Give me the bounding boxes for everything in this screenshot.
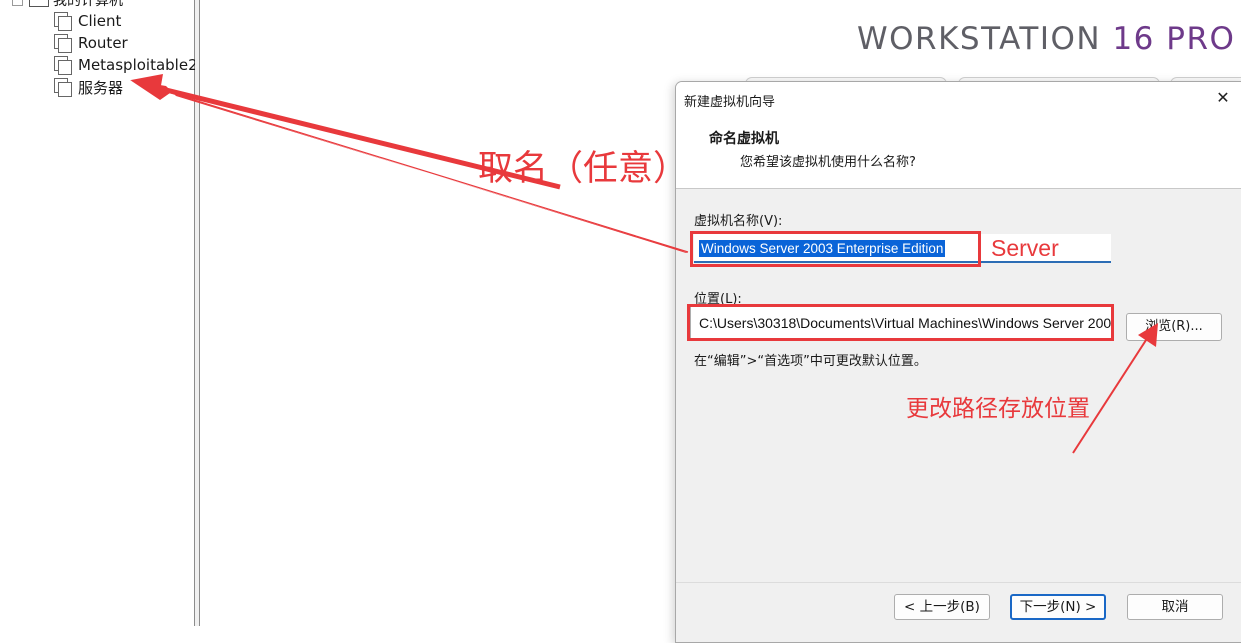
close-icon[interactable]: ✕ xyxy=(1212,87,1234,109)
virtual-machine-icon xyxy=(54,34,72,53)
sidebar-item-server[interactable]: 服务器 xyxy=(54,76,123,98)
sidebar-item-router[interactable]: Router xyxy=(54,32,128,54)
virtual-machine-icon xyxy=(54,56,72,75)
annotation-path-note: 更改路径存放位置 xyxy=(906,396,1090,422)
brand-version: 16 PRO xyxy=(1112,21,1236,57)
step-subheading: 您希望该虚拟机使用什么名称? xyxy=(740,155,916,170)
dialog-titlebar[interactable]: 新建虚拟机向导 ✕ xyxy=(676,82,1241,116)
brand-prefix: WORKSTATION xyxy=(857,21,1113,57)
sidebar-splitter[interactable] xyxy=(195,0,200,626)
sidebar-item-label: Metasploitable2 xyxy=(78,56,198,74)
sidebar-item-client[interactable]: Client xyxy=(54,10,121,32)
vm-name-label: 虚拟机名称(V): xyxy=(694,214,783,229)
annotation-name-note: 取名（任意） xyxy=(478,149,689,189)
annotation-name-typed: Server xyxy=(991,235,1059,261)
next-button[interactable]: 下一步(N) > xyxy=(1010,594,1106,620)
dialog-title: 新建虚拟机向导 xyxy=(684,95,776,110)
back-button[interactable]: < 上一步(B) xyxy=(894,594,990,620)
step-heading: 命名虚拟机 xyxy=(709,131,779,147)
location-hint: 在“编辑”>“首选项”中可更改默认位置。 xyxy=(694,354,927,369)
new-vm-wizard-dialog: 新建虚拟机向导 ✕ 命名虚拟机 您希望该虚拟机使用什么名称? 虚拟机名称(V):… xyxy=(675,81,1241,643)
dialog-header: 命名虚拟机 您希望该虚拟机使用什么名称? xyxy=(676,116,1241,189)
sidebar-item-label: 服务器 xyxy=(78,78,124,97)
collapse-box-icon[interactable]: − xyxy=(12,0,23,6)
product-logo: WORKSTATION 16 PRO xyxy=(857,21,1235,57)
sidebar-item-label: Client xyxy=(78,12,122,30)
sidebar-item-metasploitable2[interactable]: Metasploitable2 xyxy=(54,54,198,76)
annotation-box-name xyxy=(690,231,981,267)
virtual-machine-icon xyxy=(54,12,72,31)
tree-root-my-computer[interactable]: − 我的计算机 xyxy=(12,0,123,9)
virtual-machine-icon xyxy=(54,78,72,97)
cancel-button[interactable]: 取消 xyxy=(1127,594,1223,620)
tree-root-label: 我的计算机 xyxy=(53,0,123,9)
computer-icon xyxy=(29,0,49,7)
sidebar-item-label: Router xyxy=(78,34,128,52)
library-sidebar: − 我的计算机 Client Router Metasploitable2 服务… xyxy=(0,0,198,626)
browse-button[interactable]: 浏览(R)... xyxy=(1126,313,1222,341)
annotation-box-path xyxy=(687,304,1114,341)
